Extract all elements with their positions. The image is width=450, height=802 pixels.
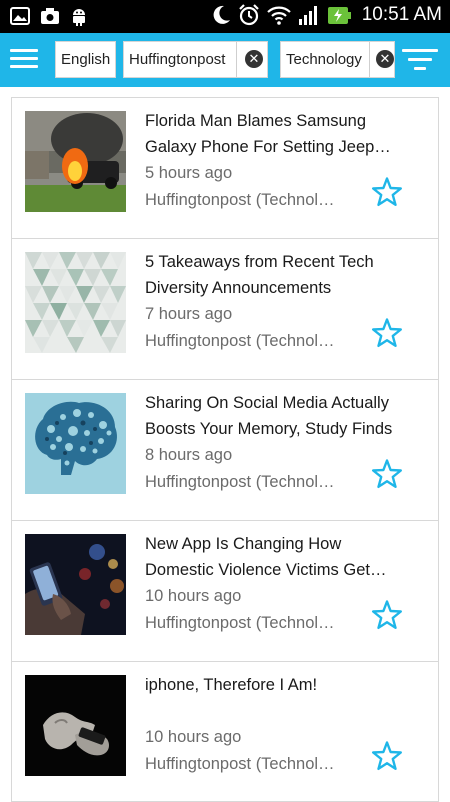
menu-icon[interactable]: [10, 47, 40, 71]
signal-icon: [298, 6, 317, 25]
star-icon[interactable]: [371, 317, 403, 349]
article-time: 10 hours ago: [145, 728, 242, 746]
battery-charging-icon: [327, 7, 351, 24]
brain-icons-image: [25, 393, 126, 494]
language-chip-label: English: [61, 51, 111, 68]
clear-category-icon[interactable]: ✕: [376, 50, 394, 68]
star-icon[interactable]: [371, 176, 403, 208]
category-chip-label: Technology: [286, 51, 362, 68]
article-time: 10 hours ago: [145, 587, 242, 605]
article-time: 7 hours ago: [145, 305, 233, 323]
article-source: Huffingtonpost (Technol…: [145, 332, 335, 350]
article-card[interactable]: iphone, Therefore I Am! 10 hours ago Huf…: [11, 661, 439, 802]
article-card[interactable]: Sharing On Social Media Actually Boosts …: [11, 379, 439, 520]
article-source: Huffingtonpost (Technol…: [145, 191, 335, 209]
language-filter-chip[interactable]: English: [55, 41, 116, 78]
hands-phone-image: [25, 675, 126, 776]
article-title[interactable]: Sharing On Social Media Actually Boosts …: [145, 390, 405, 442]
category-filter-chip[interactable]: Technology ✕: [280, 41, 395, 78]
filter-icon[interactable]: [402, 46, 440, 74]
star-icon[interactable]: [371, 599, 403, 631]
camera-icon: [41, 8, 59, 24]
article-title[interactable]: 5 Takeaways from Recent Tech Diversity A…: [145, 249, 405, 301]
status-bar: 10:51 AM: [0, 0, 450, 33]
clear-source-icon[interactable]: ✕: [245, 50, 263, 68]
moon-icon: [213, 5, 230, 24]
article-title[interactable]: Florida Man Blames Samsung Galaxy Phone …: [145, 108, 405, 160]
article-title[interactable]: iphone, Therefore I Am!: [145, 672, 405, 724]
app-toolbar: English Huffingtonpost ✕ Technology ✕: [0, 33, 450, 87]
phone-night-image: [25, 534, 126, 635]
article-card[interactable]: 5 Takeaways from Recent Tech Diversity A…: [11, 238, 439, 379]
status-time: 10:51 AM: [361, 4, 442, 25]
star-icon[interactable]: [371, 740, 403, 772]
photo-icon: [10, 7, 30, 25]
star-icon[interactable]: [371, 458, 403, 490]
source-chip-label: Huffingtonpost: [129, 51, 226, 68]
article-title[interactable]: New App Is Changing How Domestic Violenc…: [145, 531, 405, 583]
article-source: Huffingtonpost (Technol…: [145, 755, 335, 773]
article-time: 5 hours ago: [145, 164, 233, 182]
article-time: 8 hours ago: [145, 446, 233, 464]
android-icon: [73, 9, 85, 26]
status-left-icons: [10, 6, 88, 26]
article-source: Huffingtonpost (Technol…: [145, 614, 335, 632]
status-right-icons: 10:51 AM: [211, 4, 442, 26]
article-card[interactable]: Florida Man Blames Samsung Galaxy Phone …: [11, 97, 439, 238]
article-list: Florida Man Blames Samsung Galaxy Phone …: [11, 97, 439, 802]
article-card[interactable]: New App Is Changing How Domestic Violenc…: [11, 520, 439, 661]
article-source: Huffingtonpost (Technol…: [145, 473, 335, 491]
wifi-icon: [266, 6, 291, 25]
alarm-icon: [238, 4, 259, 26]
burning-car-image: [25, 111, 126, 212]
triangle-pattern-image: [25, 252, 126, 353]
source-filter-chip[interactable]: Huffingtonpost ✕: [123, 41, 268, 78]
